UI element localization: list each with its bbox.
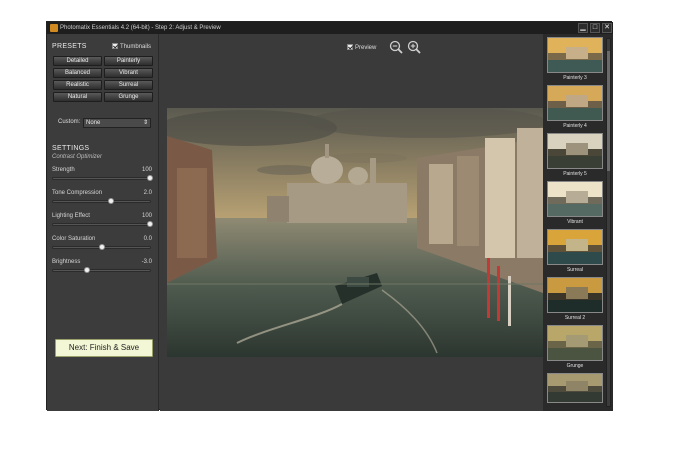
- thumbnail-vibrant[interactable]: [547, 181, 603, 217]
- color-saturation-slider[interactable]: [52, 244, 151, 250]
- next-finish-save-button[interactable]: Next: Finish & Save: [55, 339, 153, 357]
- thumbnails-panel: Painterly 3 Painterly 4 Painterly 5 Vibr…: [543, 34, 613, 411]
- slider-handle[interactable]: [98, 244, 105, 250]
- tone-compression-slider[interactable]: [52, 198, 151, 204]
- checkbox-icon: [112, 43, 118, 49]
- color-saturation-value: 0.0: [143, 236, 152, 242]
- brightness-slider[interactable]: [52, 267, 151, 273]
- app-icon: [50, 24, 58, 32]
- preset-surreal-button[interactable]: Surreal: [104, 80, 153, 90]
- window-title: Photomatix Essentials 4.2 (64-bit) - Ste…: [60, 25, 221, 31]
- updown-arrow-icon: ⇕: [142, 120, 148, 126]
- preset-painterly-button[interactable]: Painterly: [104, 56, 153, 66]
- thumbnail-label: Painterly 4: [563, 123, 587, 129]
- maximize-button[interactable]: □: [590, 23, 600, 33]
- thumbnail-next[interactable]: [547, 373, 603, 403]
- slider-handle[interactable]: [147, 221, 153, 227]
- custom-preset-select[interactable]: None ⇕: [83, 118, 151, 128]
- thumbnail-surreal-2[interactable]: [547, 277, 603, 313]
- color-saturation-label: Color Saturation: [52, 236, 96, 242]
- slider-handle[interactable]: [147, 175, 153, 181]
- preview-label: Preview: [355, 45, 377, 51]
- thumbnail-image: [548, 230, 602, 264]
- thumbnail-label: Surreal: [566, 267, 584, 273]
- thumbnail-label: Grunge: [566, 363, 584, 369]
- tone-compression-value: 2.0: [143, 190, 152, 196]
- preset-vibrant-button[interactable]: Vibrant: [104, 68, 153, 78]
- thumbnail-painterly-3[interactable]: [547, 37, 603, 73]
- close-button[interactable]: ✕: [602, 23, 612, 33]
- thumbnails-label: Thumbnails: [120, 44, 152, 50]
- thumbnails-checkbox[interactable]: Thumbnails: [112, 43, 151, 50]
- settings-heading: SETTINGS: [52, 145, 90, 152]
- strength-value: 100: [141, 167, 152, 173]
- thumbnail-label: Vibrant: [567, 219, 583, 225]
- lighting-effect-label: Lighting Effect: [52, 213, 90, 219]
- preset-natural-button[interactable]: Natural: [53, 92, 102, 102]
- lighting-effect-value: 100: [141, 213, 152, 219]
- thumbnail-label: Painterly 3: [563, 75, 587, 81]
- settings-subheading: Contrast Optimizer: [52, 154, 103, 160]
- thumbnail-surreal[interactable]: [547, 229, 603, 265]
- app-window: Photomatix Essentials 4.2 (64-bit) - Ste…: [46, 21, 613, 411]
- thumbnail-image: [548, 278, 602, 312]
- lighting-effect-slider[interactable]: [52, 221, 153, 227]
- thumbnail-label: Painterly 5: [563, 171, 587, 177]
- custom-select-value: None: [86, 120, 101, 126]
- thumbnail-grunge[interactable]: [547, 325, 603, 361]
- thumbnail-image: [548, 374, 602, 402]
- zoom-out-icon[interactable]: [389, 40, 403, 54]
- thumbnail-image: [548, 182, 602, 216]
- custom-label: Custom:: [58, 119, 81, 125]
- scrollbar-thumb[interactable]: [607, 51, 610, 171]
- presets-heading: PRESETS: [52, 43, 87, 50]
- thumbnail-painterly-5[interactable]: [547, 133, 603, 169]
- thumbnail-image: [548, 86, 602, 120]
- preset-grunge-button[interactable]: Grunge: [104, 92, 153, 102]
- minimize-button[interactable]: ▁: [578, 23, 588, 33]
- thumbnail-label: Surreal 2: [564, 315, 586, 321]
- left-panel: PRESETS Thumbnails Detailed Painterly Ba…: [47, 34, 159, 411]
- strength-label: Strength: [52, 167, 75, 173]
- brightness-value: -3.0: [141, 259, 152, 265]
- slider-handle[interactable]: [83, 267, 90, 273]
- tone-compression-label: Tone Compression: [52, 190, 103, 196]
- thumbnails-scrollbar[interactable]: [606, 38, 611, 407]
- slider-handle[interactable]: [108, 198, 115, 204]
- thumbnail-image: [548, 326, 602, 360]
- preview-image[interactable]: [167, 108, 543, 357]
- thumbnail-painterly-4[interactable]: [547, 85, 603, 121]
- checkbox-icon: [347, 44, 353, 50]
- brightness-label: Brightness: [52, 259, 81, 265]
- zoom-in-icon[interactable]: [407, 40, 421, 54]
- preset-detailed-button[interactable]: Detailed: [53, 56, 102, 66]
- thumbnail-image: [548, 38, 602, 72]
- preset-realistic-button[interactable]: Realistic: [53, 80, 102, 90]
- preview-checkbox[interactable]: Preview: [347, 44, 376, 51]
- thumbnail-image: [548, 134, 602, 168]
- preset-balanced-button[interactable]: Balanced: [53, 68, 102, 78]
- title-bar: Photomatix Essentials 4.2 (64-bit) - Ste…: [47, 22, 613, 34]
- preview-panel: Preview: [160, 34, 543, 411]
- strength-slider[interactable]: [52, 175, 153, 181]
